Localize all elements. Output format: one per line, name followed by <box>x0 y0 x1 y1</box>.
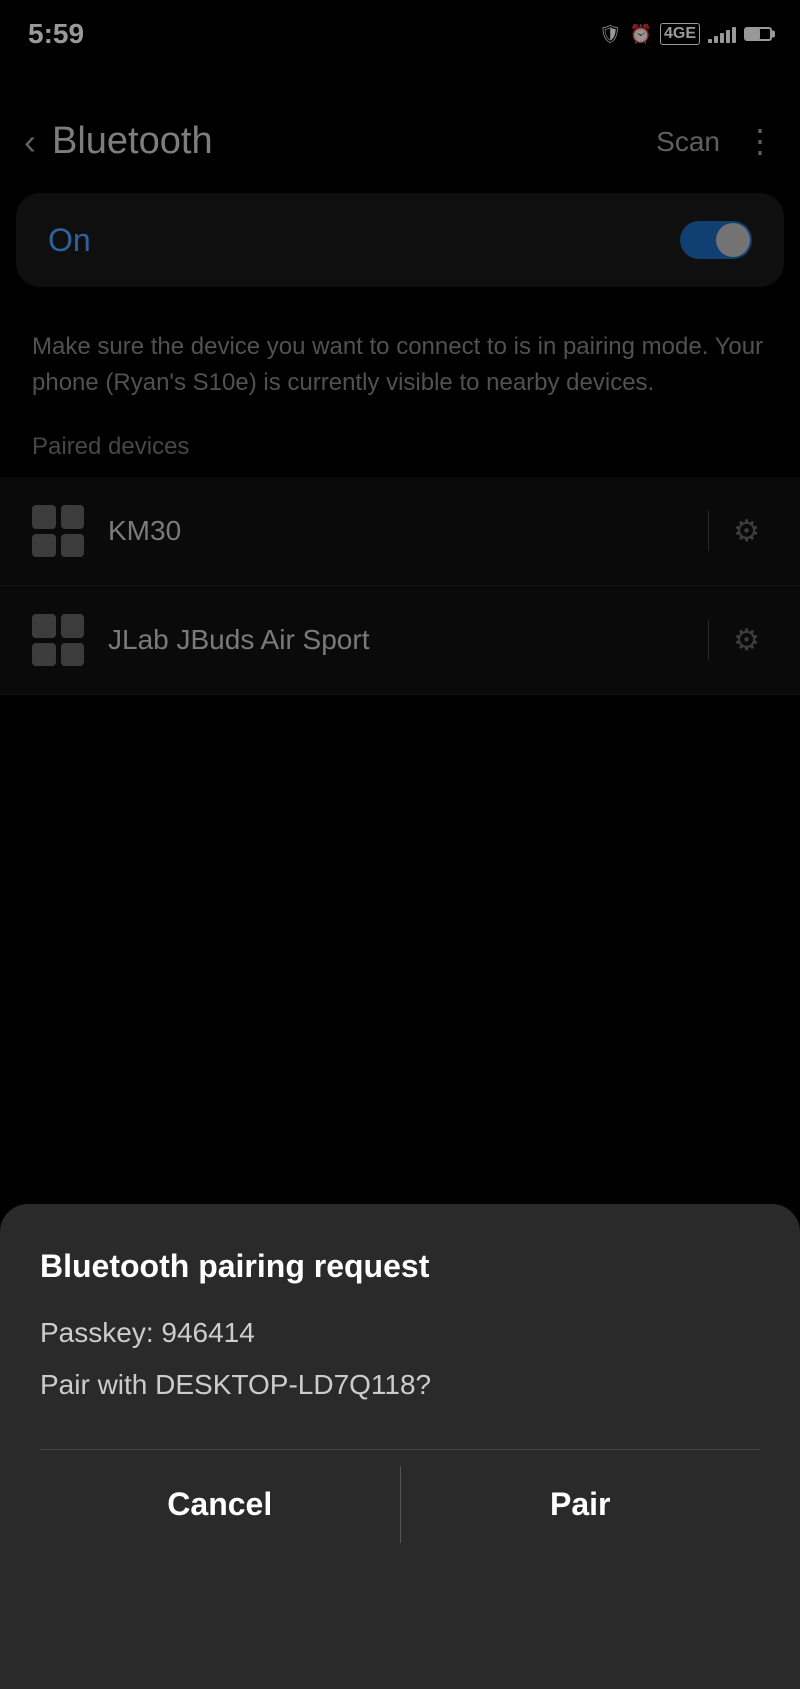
dialog-overlay: Bluetooth pairing request Passkey: 94641… <box>0 0 800 1689</box>
dialog-bottom-spacer <box>40 1559 760 1669</box>
pair-button[interactable]: Pair <box>401 1450 761 1559</box>
dialog-passkey: Passkey: 946414 <box>40 1317 760 1349</box>
bluetooth-pairing-dialog: Bluetooth pairing request Passkey: 94641… <box>0 1204 800 1689</box>
dialog-actions: Cancel Pair <box>40 1449 760 1559</box>
cancel-button[interactable]: Cancel <box>40 1450 400 1559</box>
dialog-title: Bluetooth pairing request <box>40 1248 760 1285</box>
dialog-pair-with: Pair with DESKTOP-LD7Q118? <box>40 1369 760 1401</box>
